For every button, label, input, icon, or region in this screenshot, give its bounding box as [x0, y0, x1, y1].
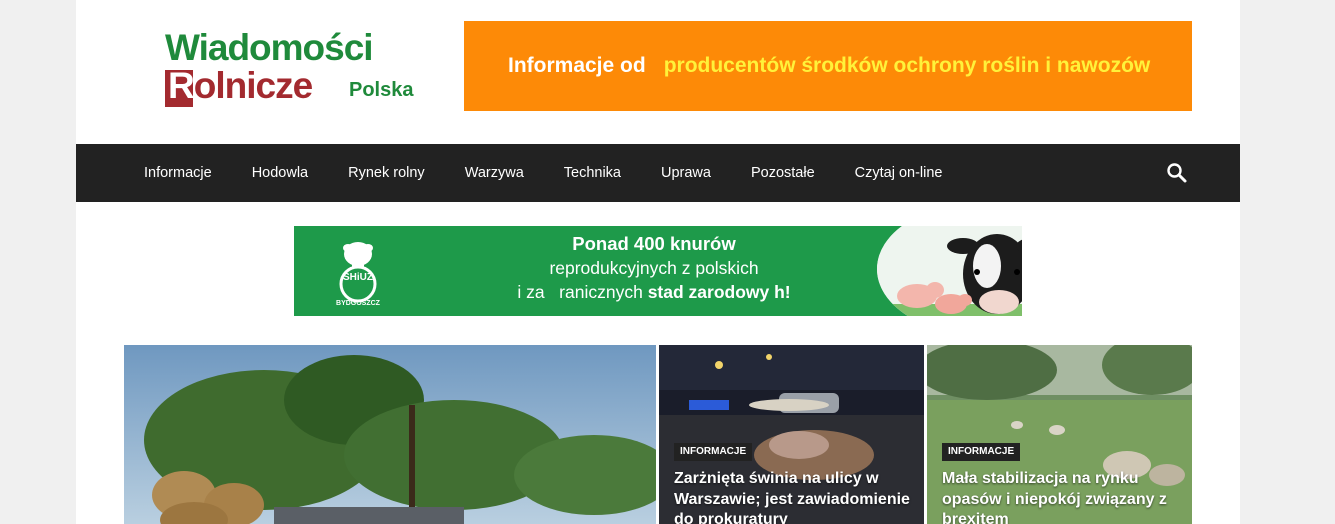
- cow-pigs-illustration: [877, 226, 1022, 316]
- nav-item-czytaj-online[interactable]: Czytaj on-line: [835, 144, 963, 202]
- article-card[interactable]: INFORMACJE Mała stabilizacja na rynku op…: [927, 345, 1192, 524]
- category-badge[interactable]: INFORMACJE: [674, 443, 753, 461]
- shiuz-brand: SHiUZ: [343, 272, 373, 283]
- logo-r-letter: R: [168, 65, 195, 106]
- mid-banner-line3-bold: stad zarodowy h!: [647, 282, 791, 302]
- nav-menu: Informacje Hodowla Rynek rolny Warzywa T…: [124, 144, 963, 202]
- article-title[interactable]: Zarżnięta świnia na ulicy w Warszawie; j…: [674, 469, 914, 524]
- article-title[interactable]: Mała stabilizacja na rynku opasów i niep…: [942, 469, 1182, 524]
- site-logo[interactable]: Wiadomości Rolnicze Polska: [165, 28, 427, 108]
- mid-banner-line2: reprodukcyjnych z polskich: [549, 258, 759, 278]
- search-button[interactable]: [1166, 162, 1188, 184]
- livestock-image: [877, 226, 1022, 316]
- nav-item-informacje[interactable]: Informacje: [124, 144, 232, 202]
- main-navigation: Informacje Hodowla Rynek rolny Warzywa T…: [76, 144, 1240, 202]
- logo-subtitle: Polska: [349, 79, 414, 101]
- mid-banner-line3-start: i za ranicznych: [517, 282, 648, 302]
- top-banner-text-2: producentów środków ochrony roślin i naw…: [663, 54, 1151, 77]
- category-badge[interactable]: INFORMACJE: [942, 443, 1021, 461]
- page: Wiadomości Rolnicze Polska Informacje od…: [76, 0, 1240, 524]
- article-card[interactable]: INFORMACJE Zarżnięta świnia na ulicy w W…: [659, 345, 924, 524]
- nav-item-warzywa[interactable]: Warzywa: [445, 144, 544, 202]
- logo-line2-rest: olnicze: [193, 65, 313, 106]
- nav-item-hodowla[interactable]: Hodowla: [232, 144, 328, 202]
- search-icon: [1167, 163, 1187, 183]
- mid-banner-line3: i za ranicznych stad zarodowy h!: [434, 280, 874, 304]
- nav-item-technika[interactable]: Technika: [544, 144, 641, 202]
- shiuz-city: BYDGOSZCZ: [336, 300, 380, 307]
- mid-banner-text: Ponad 400 knurów reprodukcyjnych z polsk…: [434, 232, 874, 304]
- featured-article-image[interactable]: [124, 345, 656, 524]
- nav-item-uprawa[interactable]: Uprawa: [641, 144, 731, 202]
- top-ad-banner[interactable]: Informacje od producentów środków ochron…: [464, 21, 1192, 111]
- top-banner-text-1: Informacje od: [508, 54, 646, 77]
- featured-photo: [124, 345, 656, 524]
- mid-banner-line1: Ponad 400 knurów: [572, 233, 736, 254]
- logo-line1: Wiadomości: [165, 27, 374, 68]
- nav-item-pozostale[interactable]: Pozostałe: [731, 144, 835, 202]
- mid-ad-banner[interactable]: SHiUZ BYDGOSZCZ Ponad 400 knurów reprodu…: [294, 226, 1022, 316]
- nav-item-rynek-rolny[interactable]: Rynek rolny: [328, 144, 445, 202]
- logo-line2: Rolnicze: [165, 65, 313, 106]
